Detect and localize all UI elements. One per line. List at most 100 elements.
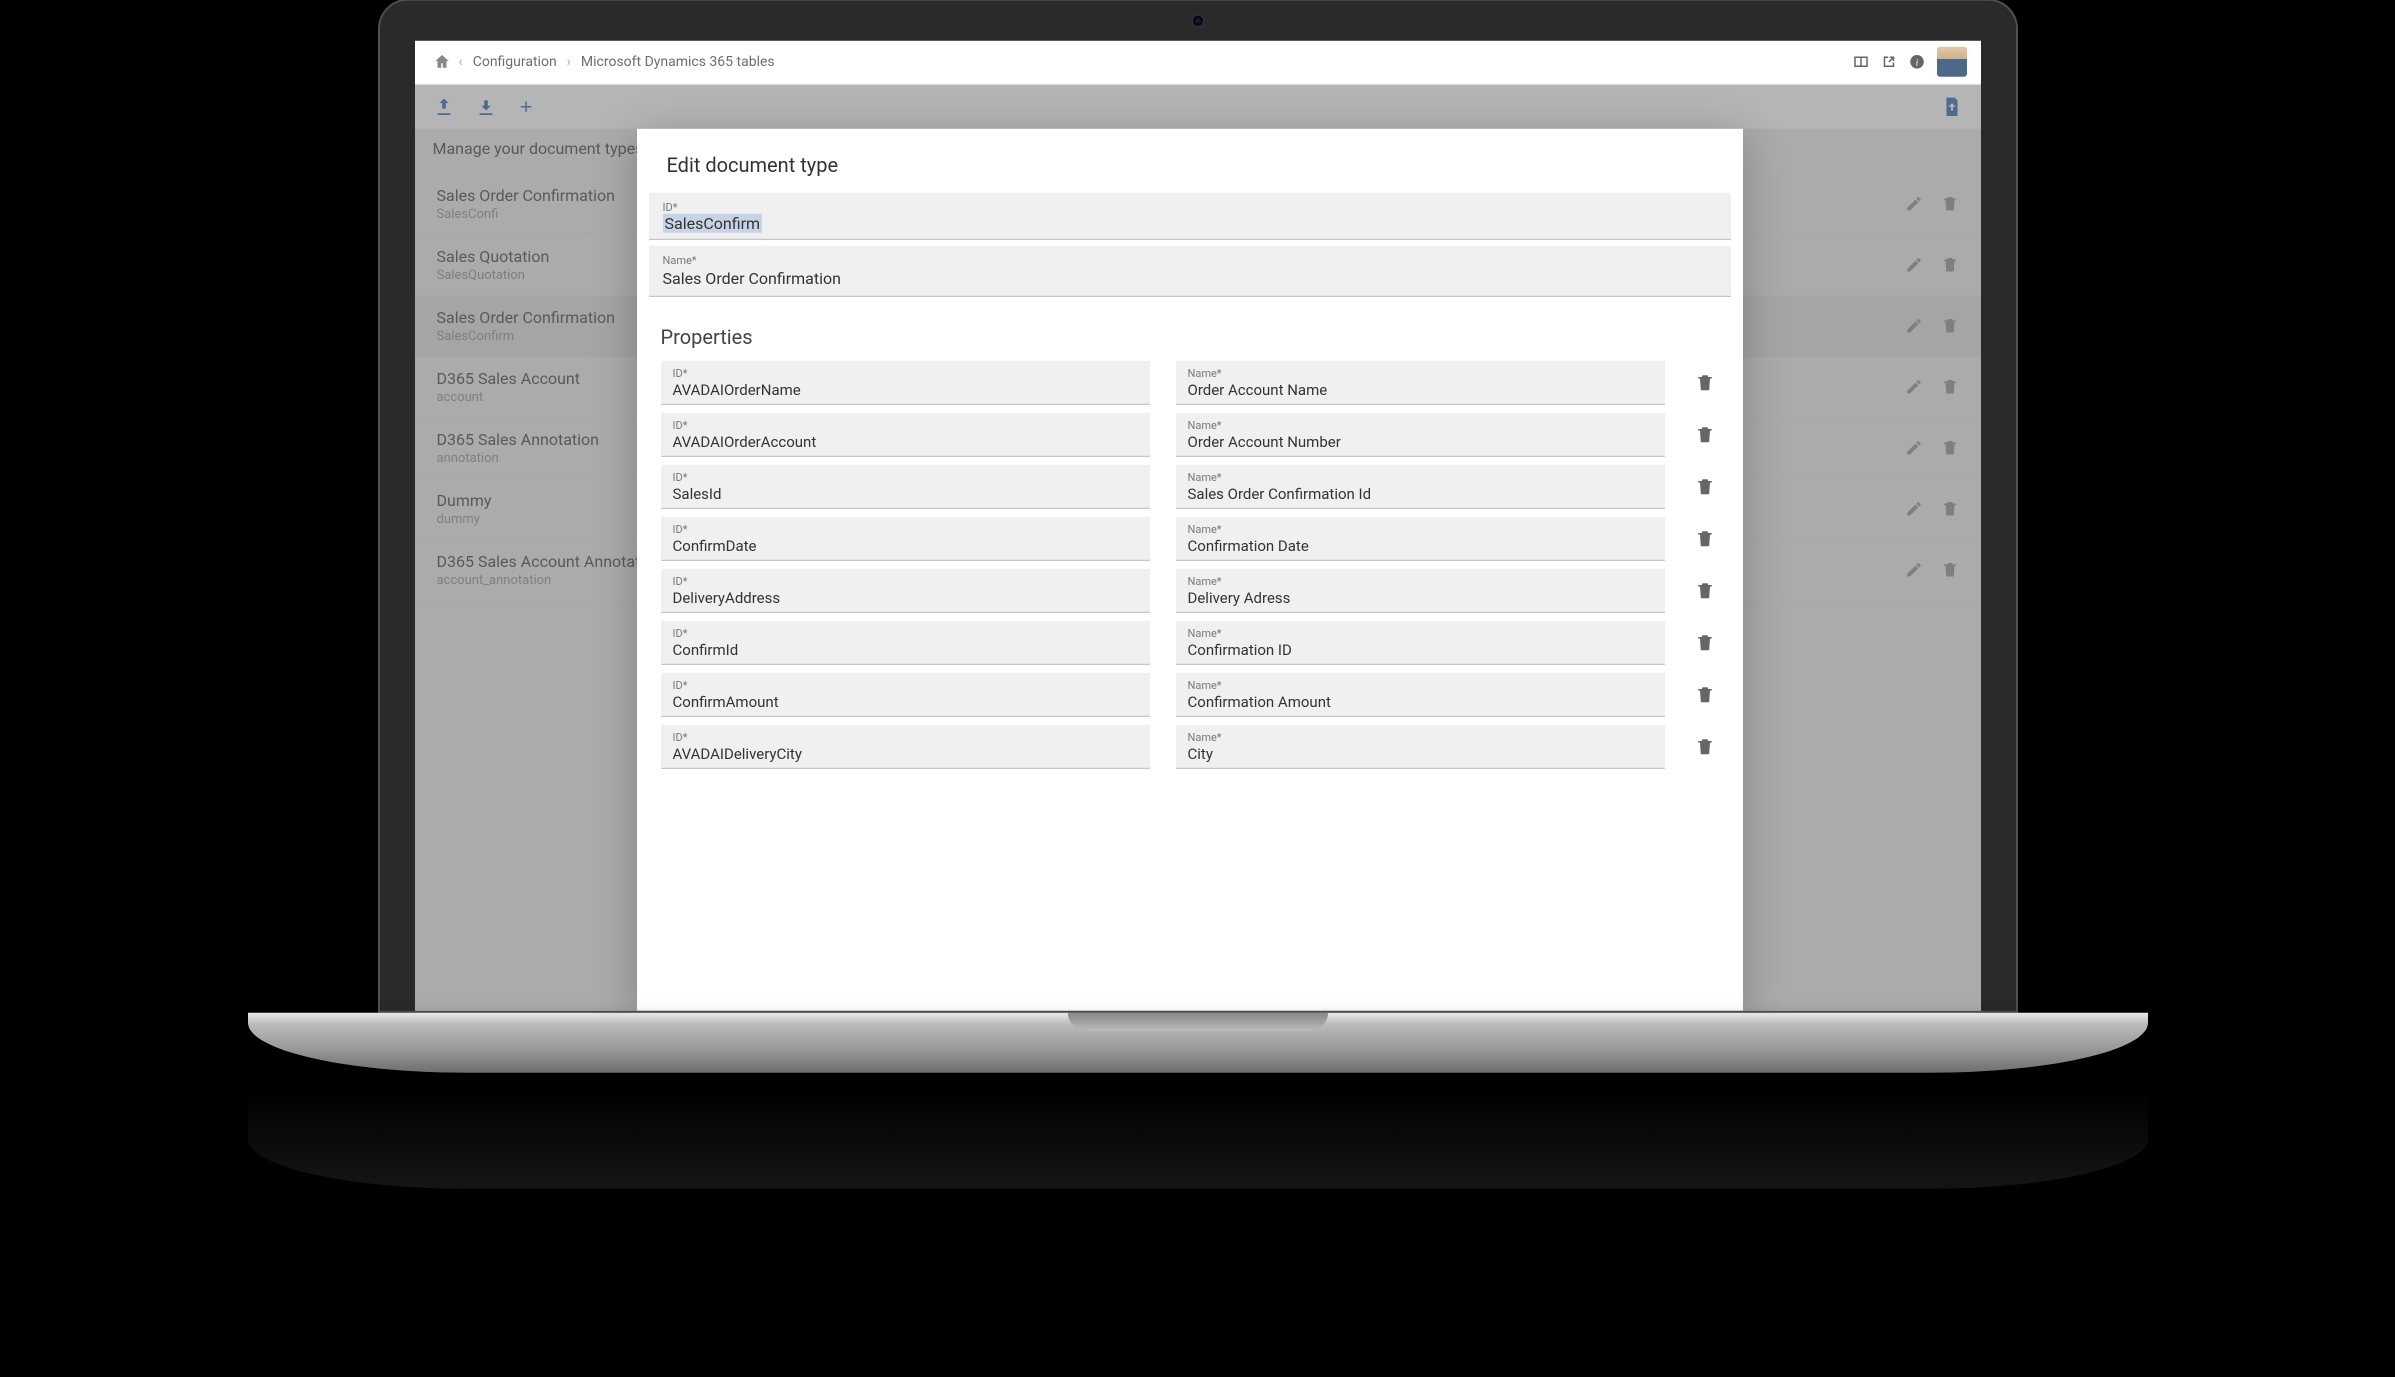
delete-property-icon[interactable]	[1691, 372, 1719, 392]
property-name-field[interactable]: Name* Confirmation Amount	[1176, 672, 1665, 716]
property-id-label: ID*	[673, 366, 1138, 379]
property-id-field[interactable]: ID* DeliveryAddress	[661, 568, 1150, 612]
property-name-value[interactable]: Confirmation Amount	[1188, 691, 1653, 710]
property-row: ID* AVADAIDeliveryCity Name* City	[637, 724, 1743, 776]
property-name-label: Name*	[1188, 418, 1653, 431]
delete-icon[interactable]	[1941, 438, 1959, 456]
property-row: ID* ConfirmAmount Name* Confirmation Amo…	[637, 672, 1743, 724]
property-name-label: Name*	[1188, 678, 1653, 691]
property-id-value[interactable]: ConfirmDate	[673, 535, 1138, 554]
laptop-base	[248, 1012, 2148, 1072]
property-id-value[interactable]: ConfirmAmount	[673, 691, 1138, 710]
property-name-value[interactable]: Confirmation ID	[1188, 639, 1653, 658]
app-screen: ‹ Configuration › Microsoft Dynamics 365…	[415, 40, 1981, 1010]
property-id-value[interactable]: ConfirmId	[673, 639, 1138, 658]
property-name-label: Name*	[1188, 522, 1653, 535]
property-id-value[interactable]: DeliveryAddress	[673, 587, 1138, 606]
name-field-value[interactable]: Sales Order Confirmation	[663, 266, 1717, 289]
download-icon[interactable]	[475, 95, 497, 117]
delete-property-icon[interactable]	[1691, 684, 1719, 704]
property-name-value[interactable]: Delivery Adress	[1188, 587, 1653, 606]
toolbar	[415, 84, 1981, 128]
id-field-value[interactable]: SalesConfirm	[663, 213, 763, 232]
edit-icon[interactable]	[1905, 316, 1923, 334]
delete-property-icon[interactable]	[1691, 476, 1719, 496]
property-id-value[interactable]: AVADAIDeliveryCity	[673, 743, 1138, 762]
laptop-frame: ‹ Configuration › Microsoft Dynamics 365…	[378, 0, 2018, 1188]
property-id-field[interactable]: ID* ConfirmId	[661, 620, 1150, 664]
property-name-field[interactable]: Name* City	[1176, 724, 1665, 768]
property-id-value[interactable]: AVADAIOrderAccount	[673, 431, 1138, 450]
property-row: ID* AVADAIOrderAccount Name* Order Accou…	[637, 412, 1743, 464]
delete-property-icon[interactable]	[1691, 632, 1719, 652]
delete-icon[interactable]	[1941, 194, 1959, 212]
property-row: ID* DeliveryAddress Name* Delivery Adres…	[637, 568, 1743, 620]
property-name-value[interactable]: Order Account Name	[1188, 379, 1653, 398]
edit-icon[interactable]	[1905, 377, 1923, 395]
property-name-field[interactable]: Name* Delivery Adress	[1176, 568, 1665, 612]
property-name-label: Name*	[1188, 626, 1653, 639]
camera	[1192, 14, 1204, 26]
property-name-value[interactable]: City	[1188, 743, 1653, 762]
property-name-field[interactable]: Name* Confirmation Date	[1176, 516, 1665, 560]
property-id-field[interactable]: ID* AVADAIOrderName	[661, 360, 1150, 404]
breadcrumb-back-icon[interactable]: ‹	[455, 54, 467, 70]
properties-heading: Properties	[637, 302, 1743, 360]
property-row: ID* ConfirmId Name* Confirmation ID	[637, 620, 1743, 672]
delete-property-icon[interactable]	[1691, 528, 1719, 548]
name-field-label: Name*	[663, 253, 1717, 266]
export-icon[interactable]	[1941, 95, 1963, 117]
delete-property-icon[interactable]	[1691, 424, 1719, 444]
edit-icon[interactable]	[1905, 560, 1923, 578]
name-field[interactable]: Name* Sales Order Confirmation	[649, 245, 1731, 296]
delete-icon[interactable]	[1941, 377, 1959, 395]
property-name-field[interactable]: Name* Order Account Name	[1176, 360, 1665, 404]
delete-icon[interactable]	[1941, 255, 1959, 273]
laptop-bezel: ‹ Configuration › Microsoft Dynamics 365…	[378, 0, 2018, 1012]
topbar: ‹ Configuration › Microsoft Dynamics 365…	[415, 40, 1981, 84]
edit-document-type-modal: Edit document type ID* SalesConfirm Name…	[637, 128, 1743, 1010]
property-id-field[interactable]: ID* AVADAIDeliveryCity	[661, 724, 1150, 768]
breadcrumb-tables[interactable]: Microsoft Dynamics 365 tables	[575, 54, 781, 70]
property-name-field[interactable]: Name* Order Account Number	[1176, 412, 1665, 456]
edit-icon[interactable]	[1905, 255, 1923, 273]
edit-icon[interactable]	[1905, 194, 1923, 212]
property-id-label: ID*	[673, 626, 1138, 639]
property-name-value[interactable]: Order Account Number	[1188, 431, 1653, 450]
property-id-label: ID*	[673, 574, 1138, 587]
property-name-value[interactable]: Sales Order Confirmation Id	[1188, 483, 1653, 502]
home-icon[interactable]	[429, 53, 455, 71]
property-name-field[interactable]: Name* Confirmation ID	[1176, 620, 1665, 664]
property-name-field[interactable]: Name* Sales Order Confirmation Id	[1176, 464, 1665, 508]
info-icon[interactable]: i	[1903, 48, 1931, 76]
delete-icon[interactable]	[1941, 499, 1959, 517]
property-id-field[interactable]: ID* SalesId	[661, 464, 1150, 508]
upload-icon[interactable]	[433, 95, 455, 117]
property-id-label: ID*	[673, 470, 1138, 483]
property-row: ID* AVADAIOrderName Name* Order Account …	[637, 360, 1743, 412]
property-name-value[interactable]: Confirmation Date	[1188, 535, 1653, 554]
property-id-label: ID*	[673, 678, 1138, 691]
layout-icon[interactable]	[1847, 48, 1875, 76]
delete-icon[interactable]	[1941, 316, 1959, 334]
delete-icon[interactable]	[1941, 560, 1959, 578]
property-id-field[interactable]: ID* AVADAIOrderAccount	[661, 412, 1150, 456]
id-field[interactable]: ID* SalesConfirm	[649, 192, 1731, 239]
property-id-label: ID*	[673, 418, 1138, 431]
property-name-label: Name*	[1188, 574, 1653, 587]
edit-icon[interactable]	[1905, 438, 1923, 456]
laptop-reflection	[248, 1078, 2148, 1188]
property-id-field[interactable]: ID* ConfirmDate	[661, 516, 1150, 560]
popout-icon[interactable]	[1875, 48, 1903, 76]
property-name-label: Name*	[1188, 366, 1653, 379]
delete-property-icon[interactable]	[1691, 736, 1719, 756]
delete-property-icon[interactable]	[1691, 580, 1719, 600]
laptop-notch	[1068, 1012, 1328, 1030]
add-icon[interactable]	[517, 97, 535, 115]
breadcrumb-configuration[interactable]: Configuration	[467, 54, 563, 70]
edit-icon[interactable]	[1905, 499, 1923, 517]
property-id-value[interactable]: AVADAIOrderName	[673, 379, 1138, 398]
property-id-field[interactable]: ID* ConfirmAmount	[661, 672, 1150, 716]
property-id-value[interactable]: SalesId	[673, 483, 1138, 502]
user-avatar[interactable]	[1937, 47, 1967, 77]
